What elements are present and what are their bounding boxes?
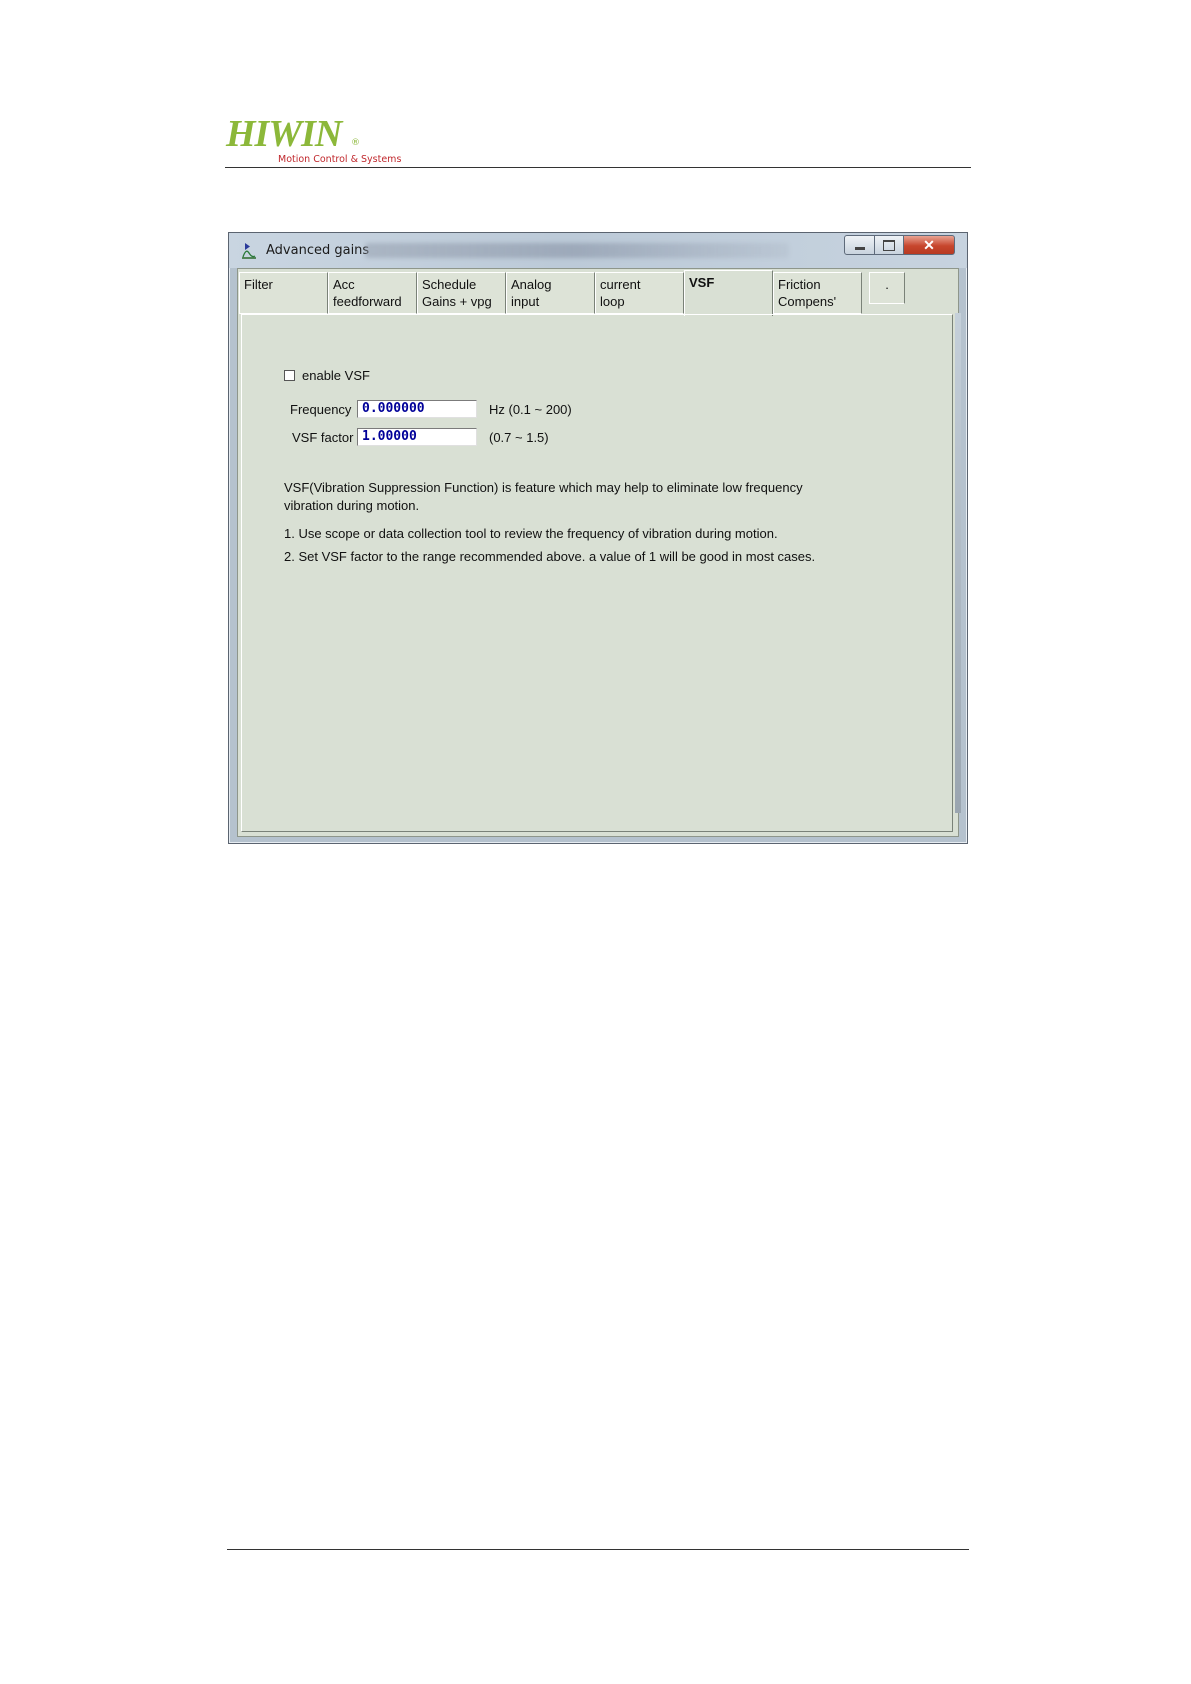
title-bar[interactable]: Advanced gains ✕ (229, 233, 967, 268)
window-title: Advanced gains (266, 243, 370, 258)
enable-vsf-checkbox[interactable] (284, 370, 295, 381)
window-edge-shadow (955, 313, 961, 813)
hiwin-logo: HIWIN ® Motion Control & Systems (226, 113, 401, 170)
dialog-client-area: Filter Acc feedforward Schedule Gains + … (237, 268, 959, 837)
tab-label: Analog (511, 277, 552, 292)
tab-filter[interactable]: Filter (239, 272, 328, 314)
tab-label: feedforward (333, 294, 402, 309)
minimize-icon (854, 246, 865, 250)
logo-wordmark: HIWIN (226, 113, 342, 155)
vsf-note-1: 1. Use scope or data collection tool to … (284, 526, 778, 541)
close-icon: ✕ (923, 236, 935, 253)
tab-label: Filter (244, 277, 273, 292)
header-rule (225, 167, 971, 168)
tab-label: Compens' (778, 294, 837, 309)
tab-label: Acc (333, 277, 355, 292)
frequency-range: Hz (0.1 ~ 200) (489, 402, 572, 417)
tab-label: input (511, 294, 540, 309)
tab-vsf[interactable]: VSF (684, 270, 773, 316)
footer-rule (227, 1549, 969, 1550)
vsf-note-2: 2. Set VSF factor to the range recommend… (284, 549, 816, 564)
tab-friction-compensation[interactable]: Friction Compens' (773, 272, 862, 314)
tab-current-loop[interactable]: current loop (595, 272, 684, 314)
vsf-factor-range: (0.7 ~ 1.5) (489, 430, 549, 445)
frequency-input[interactable]: 0.000000 (357, 400, 477, 418)
tab-label: Gains + vpg (422, 294, 492, 309)
logo-tagline: Motion Control & Systems (278, 154, 402, 165)
tab-label: VSF (689, 275, 715, 290)
vsf-factor-input[interactable]: 1.00000 (357, 428, 477, 446)
tab-label: loop (600, 294, 625, 309)
tab-acc-feedforward[interactable]: Acc feedforward (328, 272, 417, 314)
frequency-label: Frequency (290, 402, 352, 417)
tab-analog-input[interactable]: Analog input (506, 272, 595, 314)
logo-registered-mark: ® (351, 138, 360, 148)
vsf-factor-label: VSF factor (292, 430, 354, 445)
blurred-title-extension (365, 243, 789, 258)
advanced-gains-window: Advanced gains ✕ Filter Acc feedforward … (228, 232, 968, 844)
vsf-description: VSF(Vibration Suppression Function) is f… (284, 480, 803, 513)
minimize-button[interactable] (844, 235, 875, 255)
tab-overflow[interactable]: . (869, 272, 905, 304)
tab-label: Schedule (422, 277, 477, 292)
tab-schedule-gains[interactable]: Schedule Gains + vpg (417, 272, 506, 314)
tab-label: Friction (778, 277, 821, 292)
app-icon (242, 243, 256, 259)
tab-label: . (885, 277, 889, 292)
vsf-tab-panel: enable VSF Frequency 0.000000 Hz (0.1 ~ … (241, 314, 953, 832)
enable-vsf-label[interactable]: enable VSF (302, 368, 370, 383)
close-button[interactable]: ✕ (903, 235, 955, 255)
maximize-button[interactable] (874, 235, 904, 255)
maximize-icon (883, 239, 895, 251)
tab-label: current (600, 277, 641, 292)
